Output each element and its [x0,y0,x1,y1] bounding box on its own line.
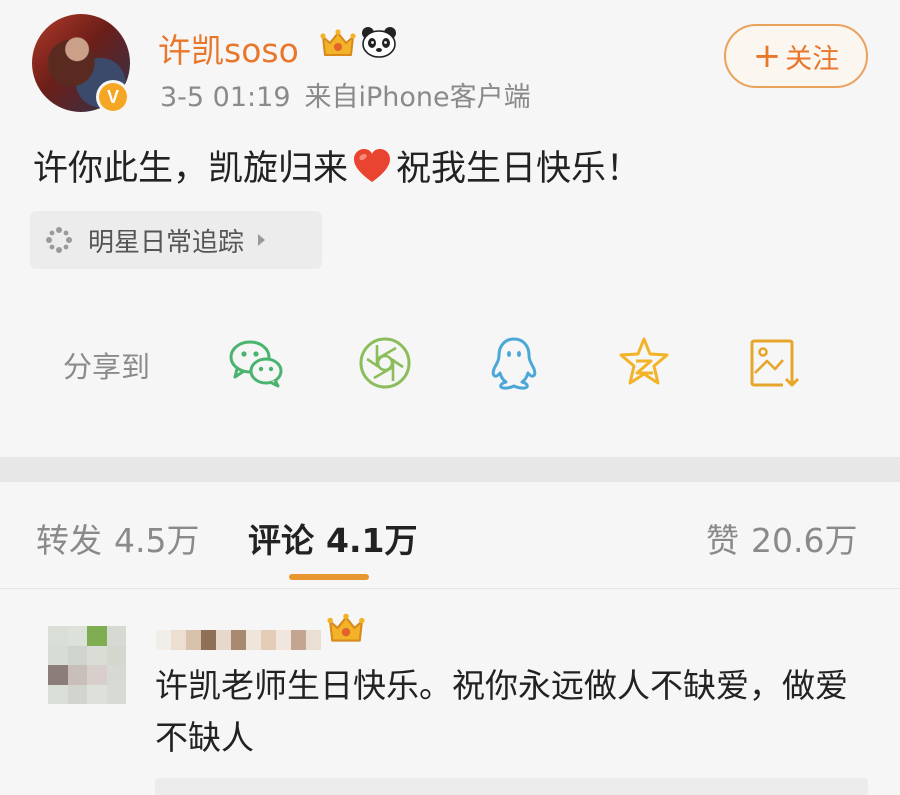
wechat-icon[interactable] [226,333,286,393]
commenter-name-pixelated[interactable] [156,630,321,650]
panda-icon [362,27,396,58]
verified-badge: V [96,80,130,114]
commenter-avatar-pixelated[interactable] [48,626,126,704]
tab-repost[interactable]: 转发 4.5万 [36,514,199,562]
moments-icon[interactable] [355,333,415,393]
crown-icon [320,29,356,56]
qq-icon[interactable] [484,333,544,393]
stats-divider [0,588,900,589]
tab-comment[interactable]: 评论 4.1万 [248,514,417,562]
topic-tag[interactable]: 明星日常追踪 [30,211,322,269]
qzone-icon[interactable] [614,333,674,393]
comment-reply-preview[interactable] [155,778,868,795]
comment-text: 许凯老师生日快乐。祝你永远做人不缺爱，做爱不缺人 [155,666,848,757]
follow-button[interactable]: + 关注 [724,24,868,88]
chevron-right-icon [258,234,266,246]
post-time: 3-5 01:19 [160,82,291,113]
topic-icon [46,227,72,253]
post-source: 来自iPhone客户端 [304,82,531,113]
post-meta: 3-5 01:19 来自iPhone客户端 [160,75,531,114]
post-text: 许你此生，凯旋归来 祝我生日快乐！ [33,149,642,189]
author-username[interactable]: 许凯soso [158,24,299,72]
active-tab-indicator [289,574,369,580]
section-divider [0,457,900,482]
topic-label: 明星日常追踪 [88,227,245,258]
tab-like[interactable]: 赞 20.6万 [706,514,857,562]
plus-icon: + [752,36,782,76]
share-label: 分享到 [63,350,151,384]
save-image-icon[interactable] [745,333,805,393]
heart-emoji-icon [354,149,391,182]
crown-icon [327,613,365,642]
